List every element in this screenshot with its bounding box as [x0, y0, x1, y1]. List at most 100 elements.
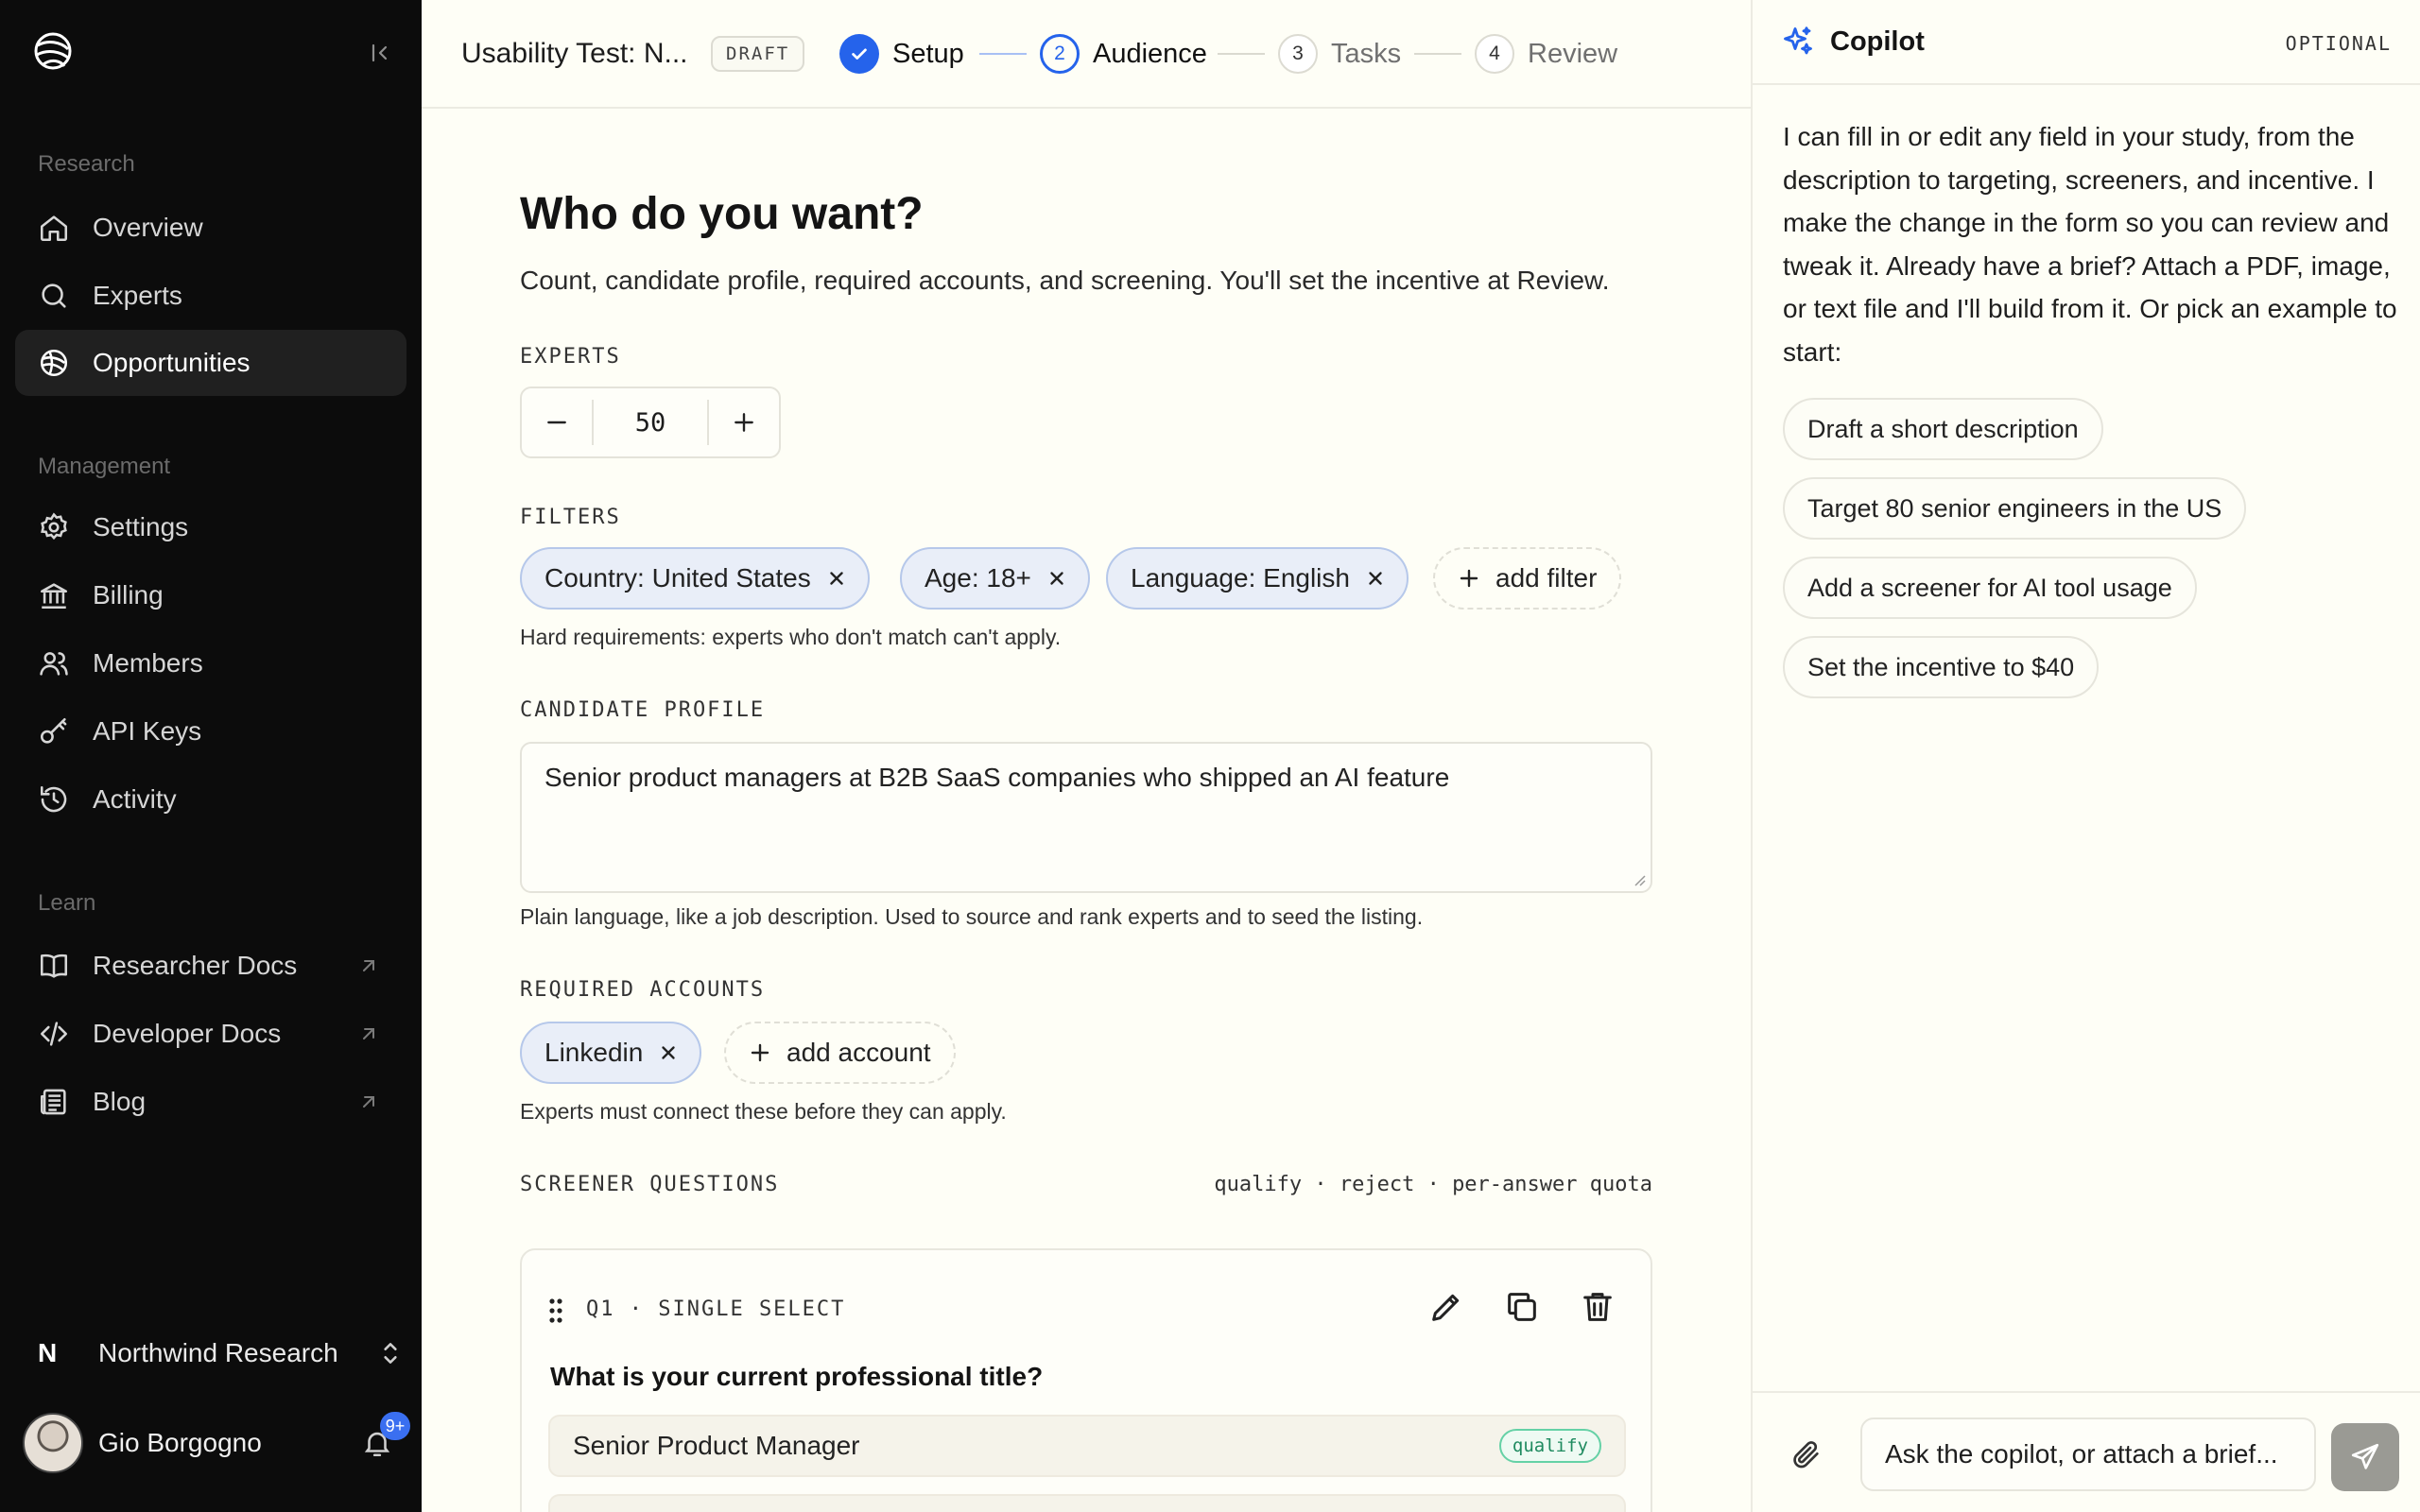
sidebar-item-label: Overview	[93, 213, 203, 242]
sidebar-item-label: Billing	[93, 580, 164, 610]
gear-icon	[41, 512, 67, 541]
step-connector	[1218, 53, 1265, 55]
newspaper-icon	[40, 1089, 66, 1115]
history-icon	[40, 785, 67, 813]
qualify-tag[interactable]: qualify	[1498, 1429, 1601, 1463]
sidebar-item-label: Settings	[93, 512, 189, 541]
sidebar-item-researcher-docs[interactable]: Researcher Docs	[15, 933, 406, 999]
copilot-header: Copilot OPTIONAL	[1753, 0, 2420, 85]
org-switcher[interactable]: N Northwind Research	[38, 1331, 406, 1376]
key-icon	[40, 717, 67, 744]
step-number: 2	[1040, 34, 1080, 74]
chevron-up-down-icon	[384, 1343, 397, 1364]
user-name: Gio Borgogno	[98, 1428, 262, 1457]
resize-handle-icon[interactable]	[1630, 870, 1647, 887]
audience-form: Who do you want? Count, candidate profil…	[422, 111, 1751, 1512]
external-link-icon	[363, 960, 374, 971]
sidebar-item-label: Researcher Docs	[93, 951, 298, 980]
step-connector	[1414, 53, 1461, 55]
experts-count-value[interactable]: 50	[592, 400, 709, 445]
org-name: Northwind Research	[98, 1338, 338, 1367]
sidebar-item-members[interactable]: Members	[15, 630, 406, 696]
candidate-profile-value: Senior product managers at B2B SaaS comp…	[544, 763, 1450, 792]
study-title[interactable]: Usability Test: N...	[461, 38, 688, 70]
add-filter-button[interactable]: add filter	[1433, 547, 1622, 610]
user-profile[interactable]: Gio Borgogno 9+	[23, 1412, 410, 1474]
candidate-profile-hint: Plain language, like a job description. …	[520, 904, 1424, 929]
chip-label: Country: United States	[544, 563, 811, 593]
home-icon	[40, 215, 68, 242]
filter-chip-age[interactable]: Age: 18+	[900, 547, 1090, 610]
external-link-icon	[363, 1096, 374, 1108]
plus-icon	[735, 413, 753, 432]
bank-icon	[40, 583, 68, 610]
suggestion-add-screener[interactable]: Add a screener for AI tool usage	[1783, 557, 2197, 619]
collapse-sidebar-icon[interactable]	[369, 42, 391, 64]
notification-count-badge: 9+	[380, 1412, 410, 1440]
send-button[interactable]	[2331, 1423, 2399, 1491]
drag-handle-icon[interactable]	[548, 1297, 563, 1324]
candidate-profile-textarea[interactable]: Senior product managers at B2B SaaS comp…	[520, 742, 1652, 893]
book-icon	[40, 954, 68, 978]
step-connector	[979, 53, 1027, 55]
suggestion-draft-description[interactable]: Draft a short description	[1783, 398, 2103, 460]
answer-option[interactable]: Senior Product Manager qualify	[548, 1415, 1626, 1477]
check-icon	[839, 34, 879, 74]
org-initial: N	[38, 1338, 58, 1367]
close-icon[interactable]	[1046, 568, 1067, 589]
filter-chip-country[interactable]: Country: United States	[520, 547, 870, 610]
copilot-input[interactable]	[1860, 1418, 2316, 1491]
required-accounts-hint: Experts must connect these before they c…	[520, 1099, 1007, 1124]
globe-icon	[40, 349, 68, 377]
step-tasks[interactable]: 3 Tasks	[1278, 32, 1401, 76]
sidebar-item-opportunities[interactable]: Opportunities	[15, 330, 406, 396]
logo-icon[interactable]	[32, 30, 74, 72]
step-audience[interactable]: 2 Audience	[1040, 32, 1207, 76]
sidebar-item-overview[interactable]: Overview	[15, 195, 406, 261]
suggestion-set-incentive[interactable]: Set the incentive to $40	[1783, 636, 2100, 698]
step-number: 3	[1278, 34, 1318, 74]
add-account-button[interactable]: add account	[724, 1022, 956, 1084]
close-icon[interactable]	[1365, 568, 1386, 589]
sidebar-item-label: Activity	[93, 784, 177, 814]
section-label-management: Management	[38, 454, 171, 479]
account-chip-linkedin[interactable]: Linkedin	[520, 1022, 702, 1084]
copilot-title: Copilot	[1830, 26, 1925, 57]
decrement-button[interactable]	[522, 388, 592, 456]
close-icon[interactable]	[826, 568, 847, 589]
sidebar-item-label: Blog	[93, 1087, 147, 1116]
step-review[interactable]: 4 Review	[1475, 32, 1617, 76]
filters-label: FILTERS	[520, 506, 621, 529]
sidebar-item-billing[interactable]: Billing	[15, 562, 406, 628]
duplicate-icon[interactable]	[1503, 1288, 1541, 1326]
screener-legend: qualify · reject · per-answer quota	[1214, 1173, 1652, 1196]
paperclip-icon[interactable]	[1790, 1438, 1823, 1470]
sidebar-item-developer-docs[interactable]: Developer Docs	[15, 1001, 406, 1067]
step-label: Audience	[1093, 38, 1207, 69]
answer-option[interactable]	[548, 1494, 1626, 1512]
sidebar-item-settings[interactable]: Settings	[15, 494, 406, 560]
sidebar-item-label: Experts	[93, 281, 182, 310]
sidebar-item-experts[interactable]: Experts	[15, 263, 406, 329]
copilot-composer	[1753, 1391, 2420, 1512]
step-label: Review	[1528, 38, 1618, 69]
trash-icon[interactable]	[1579, 1288, 1616, 1326]
section-label-learn: Learn	[38, 890, 96, 916]
sidebar-item-blog[interactable]: Blog	[15, 1069, 406, 1135]
sidebar-item-label: Opportunities	[93, 348, 251, 377]
search-icon	[42, 284, 66, 308]
increment-button[interactable]	[709, 388, 779, 456]
status-badge: DRAFT	[711, 36, 805, 72]
suggestion-target-engineers[interactable]: Target 80 senior engineers in the US	[1783, 477, 2247, 540]
filter-chip-language[interactable]: Language: English	[1106, 547, 1409, 610]
sidebar-item-activity[interactable]: Activity	[15, 766, 406, 833]
send-icon	[2351, 1443, 2379, 1469]
sidebar-item-api-keys[interactable]: API Keys	[15, 698, 406, 765]
step-setup[interactable]: Setup	[839, 32, 964, 76]
filters-hint: Hard requirements: experts who don't mat…	[520, 625, 1062, 649]
close-icon[interactable]	[658, 1042, 679, 1063]
chip-label: Linkedin	[544, 1038, 644, 1067]
pencil-icon[interactable]	[1427, 1288, 1465, 1326]
plus-icon	[751, 1043, 769, 1062]
avatar[interactable]	[23, 1413, 83, 1473]
